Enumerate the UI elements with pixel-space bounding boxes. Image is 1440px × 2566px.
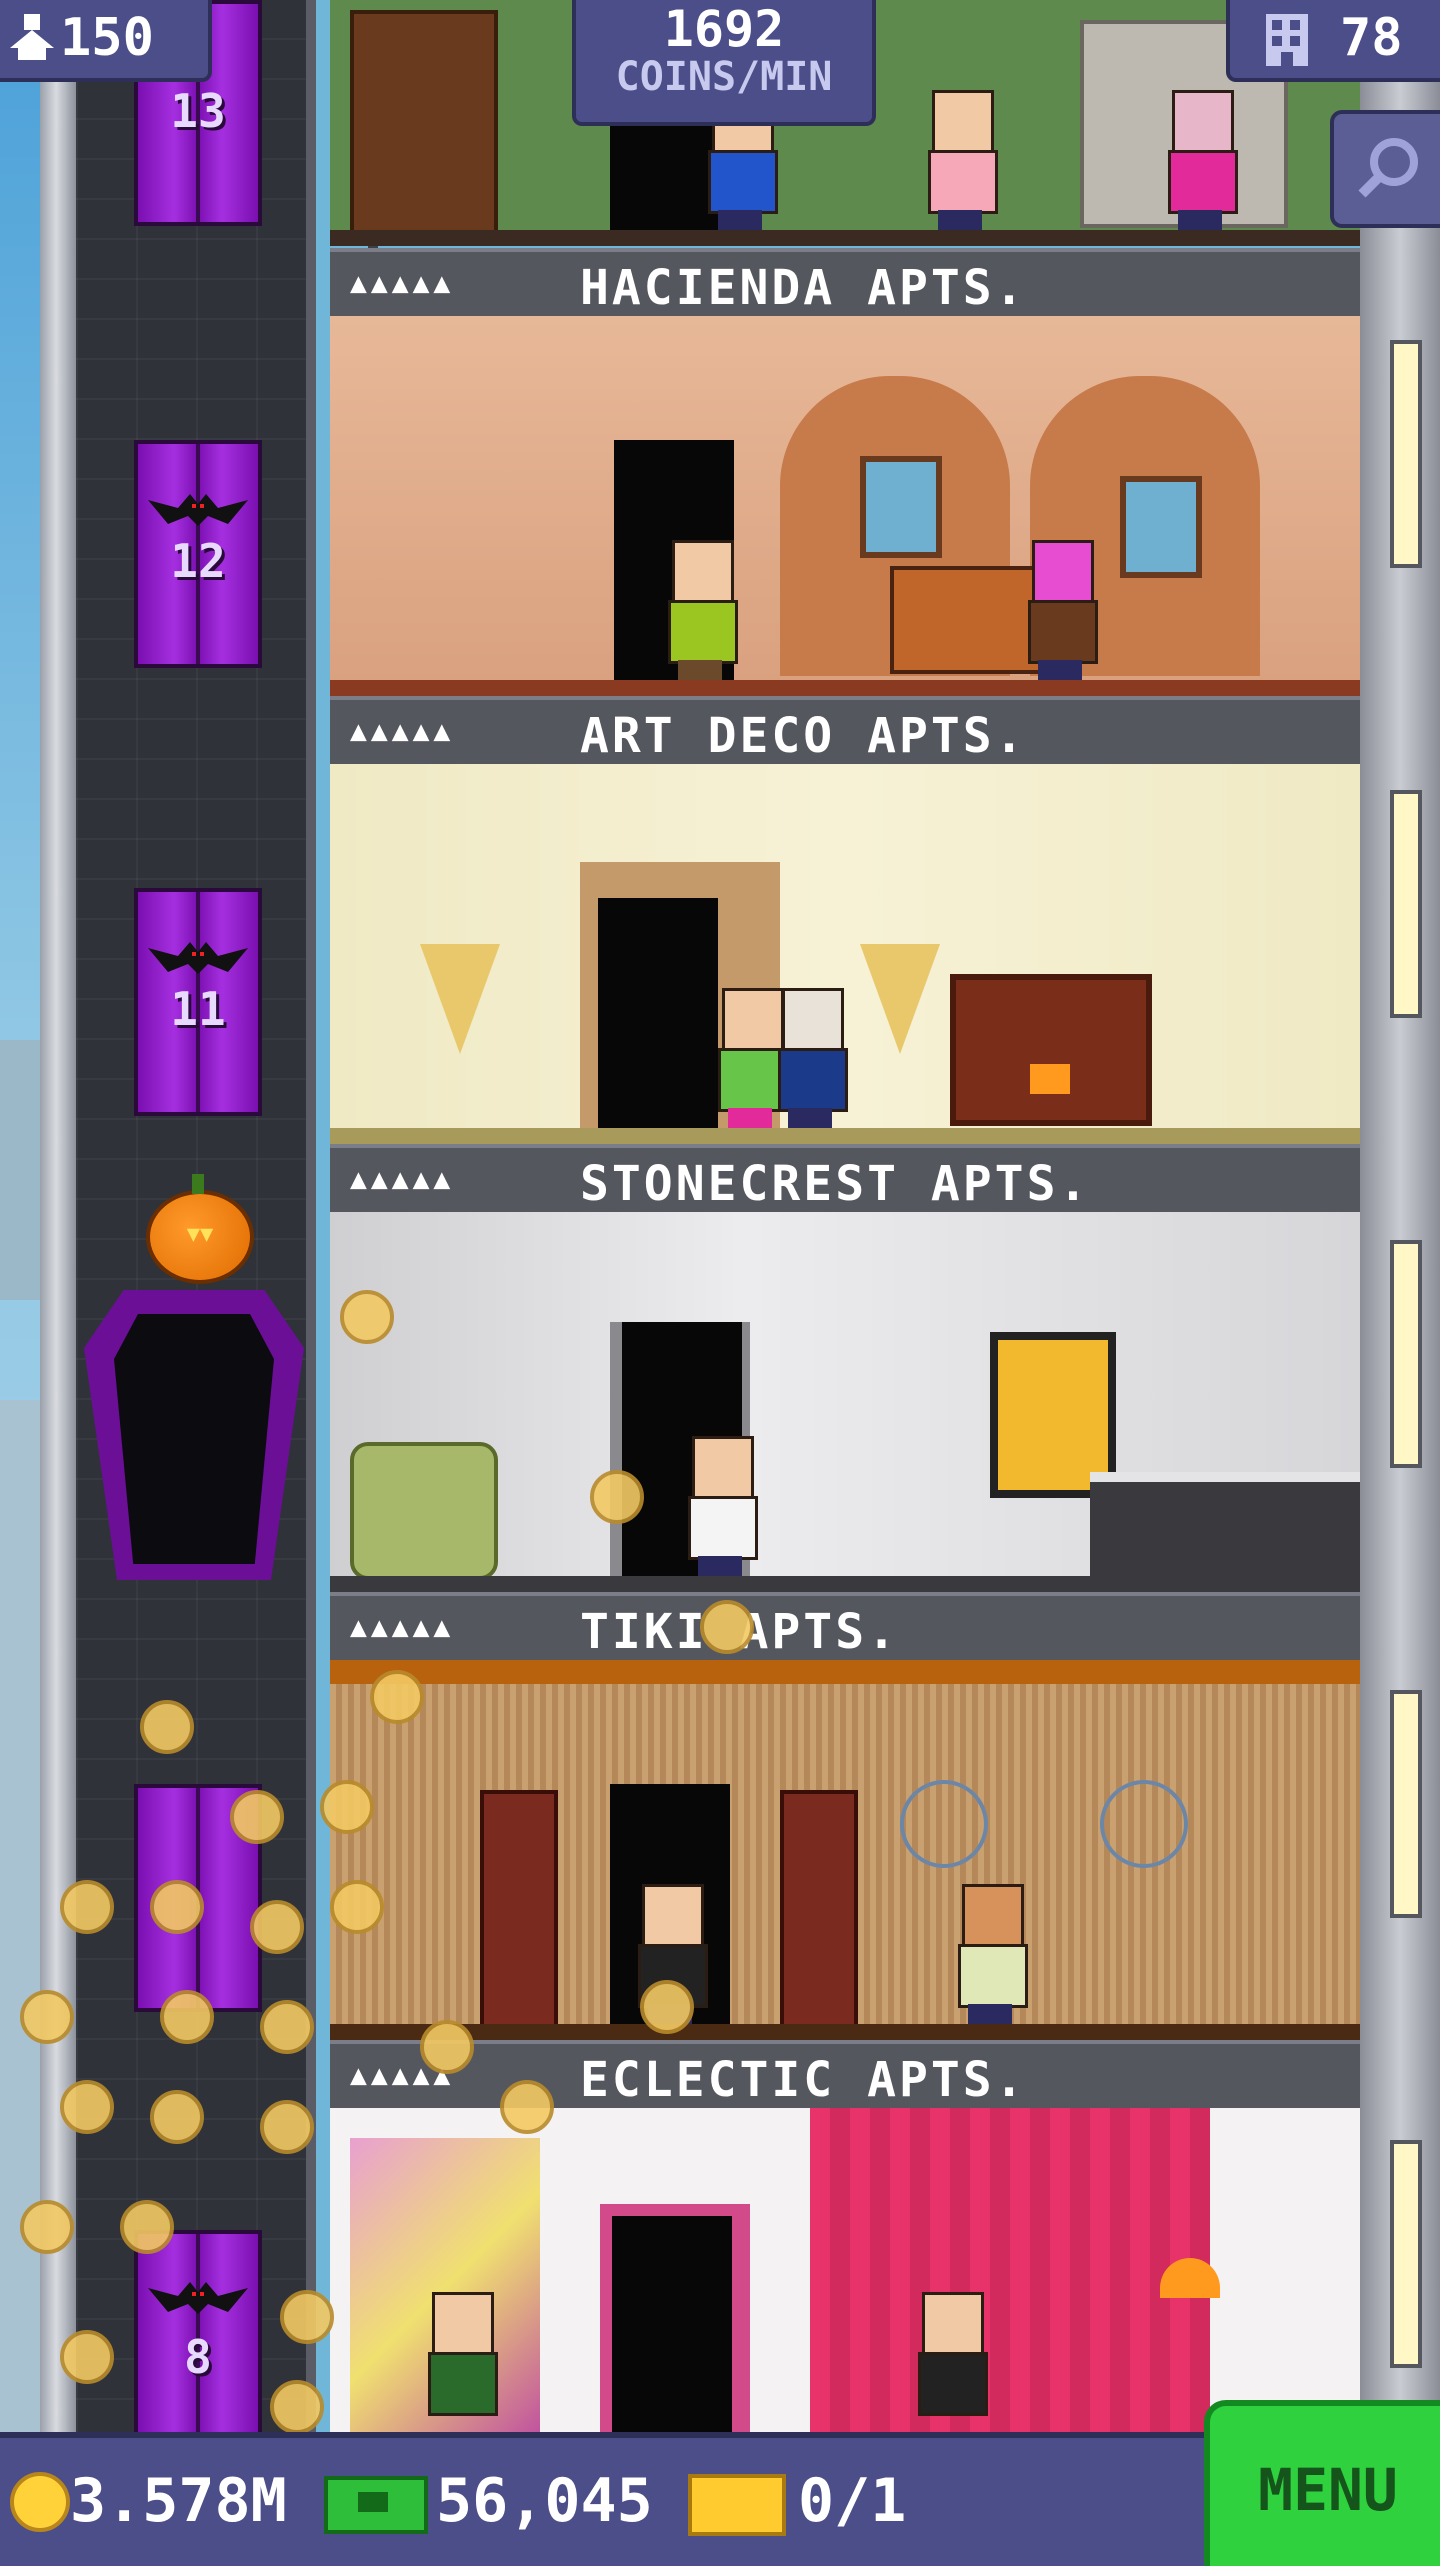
fireplace [950, 974, 1152, 1126]
bat-icon [148, 942, 248, 974]
exterior-window [1390, 1240, 1422, 1468]
floor-room-hacienda[interactable] [330, 316, 1360, 696]
building-icon [1266, 14, 1308, 66]
bookshelf [350, 10, 498, 238]
coffin-interior [114, 1314, 274, 1564]
bitizen[interactable] [950, 1884, 1030, 2024]
floor-line [330, 230, 1360, 246]
exterior-window [1390, 340, 1422, 568]
floor-room-tiki[interactable] [330, 1660, 1360, 2040]
window [1120, 476, 1202, 578]
population-value: 150 [60, 8, 154, 68]
tiki-statue [780, 1790, 858, 2028]
floor-label-eclectic[interactable]: ▲▲▲▲▲ ECLECTIC APTS. [330, 2040, 1360, 2112]
bamboo-beam [330, 1660, 1360, 1684]
floor-line [330, 1576, 1360, 1592]
floor-line [330, 2024, 1360, 2040]
floor-label-stonecrest[interactable]: ▲▲▲▲▲ STONECREST APTS. [330, 1144, 1360, 1216]
shaft-rail [306, 0, 316, 2560]
bitizen[interactable] [420, 2292, 500, 2432]
bux-value[interactable]: 56,045 [436, 2466, 653, 2536]
door [612, 2216, 732, 2432]
bird-cage [1100, 1780, 1188, 1868]
exterior-window [1390, 790, 1422, 1018]
bird-cage [900, 1780, 988, 1868]
floor-label-art-deco[interactable]: ▲▲▲▲▲ ART DECO APTS. [330, 696, 1360, 768]
bitizen[interactable] [910, 2292, 990, 2432]
elevator-door-8[interactable]: 8 [134, 2230, 262, 2438]
bat-icon [148, 494, 248, 526]
elevator-floor-number: 11 [170, 982, 226, 1036]
tower-bux-icon[interactable] [324, 2476, 428, 2534]
floor-rating: ▲▲▲▲▲ [350, 1162, 455, 1195]
person-up-icon [10, 14, 54, 60]
magnifier-icon [1358, 138, 1418, 198]
bitizen[interactable] [680, 1436, 760, 1576]
floor-line [330, 680, 1360, 696]
floor-name: HACIENDA APTS. [580, 260, 1027, 316]
coins-per-min-panel[interactable]: 1692 COINS/MIN [572, 0, 876, 126]
floor-name: ART DECO APTS. [580, 708, 1027, 764]
floor-rating: ▲▲▲▲▲ [350, 1610, 455, 1643]
bitizen[interactable] [1020, 540, 1100, 680]
pumpkin-icon: ▼▼ [146, 1174, 254, 1284]
armchair [350, 1442, 498, 1580]
tower-floors: ▲▲▲▲▲ HACIENDA APTS. ▲▲▲▲▲ ART DECO APTS… [330, 0, 1360, 2560]
bitizen[interactable] [660, 540, 740, 680]
search-button[interactable] [1330, 110, 1440, 228]
elevator-floor-number: 8 [184, 2330, 212, 2384]
tiki-statue [480, 1790, 558, 2028]
coins-value: 3.578M [70, 2466, 287, 2536]
menu-label: MENU [1258, 2456, 1398, 2524]
coins-per-min-value: 1692 [663, 0, 785, 58]
tower-edge-left [40, 0, 76, 2560]
floor-line [330, 1128, 1360, 1144]
floor-rating: ▲▲▲▲▲ [350, 266, 455, 299]
bitizen[interactable] [770, 988, 850, 1128]
elevator-floor-number: 13 [170, 84, 226, 138]
background-building [0, 1400, 40, 2500]
elevator-floor-number: 12 [170, 534, 226, 588]
coffin-elevator-car[interactable] [84, 1290, 304, 1580]
bitizen[interactable] [920, 90, 1000, 230]
exterior-window [1390, 2140, 1422, 2368]
fire [1030, 1064, 1070, 1094]
wall-sconce [420, 944, 500, 1054]
elevator-door-11[interactable]: 11 [134, 888, 262, 1116]
population-counter[interactable]: 150 [0, 0, 212, 82]
floor-label-tiki[interactable]: ▲▲▲▲▲ TIKI APTS. [330, 1592, 1360, 1664]
exterior-window [1390, 1690, 1422, 1918]
wall-sconce [860, 944, 940, 1054]
floor-name: STONECREST APTS. [580, 1156, 1091, 1212]
coin-icon [10, 2472, 70, 2532]
pumpkin-face: ▼▼ [186, 1222, 214, 1247]
window [860, 456, 942, 558]
floor-counter[interactable]: 78 [1226, 0, 1440, 82]
kitchen-counter [1090, 1472, 1360, 1582]
floor-room-stonecrest[interactable] [330, 1212, 1360, 1592]
bitizen[interactable] [1160, 90, 1240, 230]
floor-room-art-deco[interactable] [330, 764, 1360, 1144]
floor-label-hacienda[interactable]: ▲▲▲▲▲ HACIENDA APTS. [330, 248, 1360, 320]
coins-per-min-label: COINS/MIN [615, 54, 833, 100]
ticket-icon[interactable] [688, 2474, 786, 2536]
elevator-door-12[interactable]: 12 [134, 440, 262, 668]
menu-button[interactable]: MENU [1204, 2400, 1440, 2566]
background-building [0, 1040, 40, 1300]
floor-count-value: 78 [1340, 8, 1403, 68]
floor-room-eclectic[interactable] [330, 2108, 1360, 2432]
curtain [810, 2108, 1210, 2432]
bat-icon [148, 2282, 248, 2314]
tickets-value[interactable]: 0/1 [798, 2466, 906, 2536]
door [598, 898, 718, 1128]
floor-name: ECLECTIC APTS. [580, 2052, 1027, 2108]
floor-rating: ▲▲▲▲▲ [350, 714, 455, 747]
